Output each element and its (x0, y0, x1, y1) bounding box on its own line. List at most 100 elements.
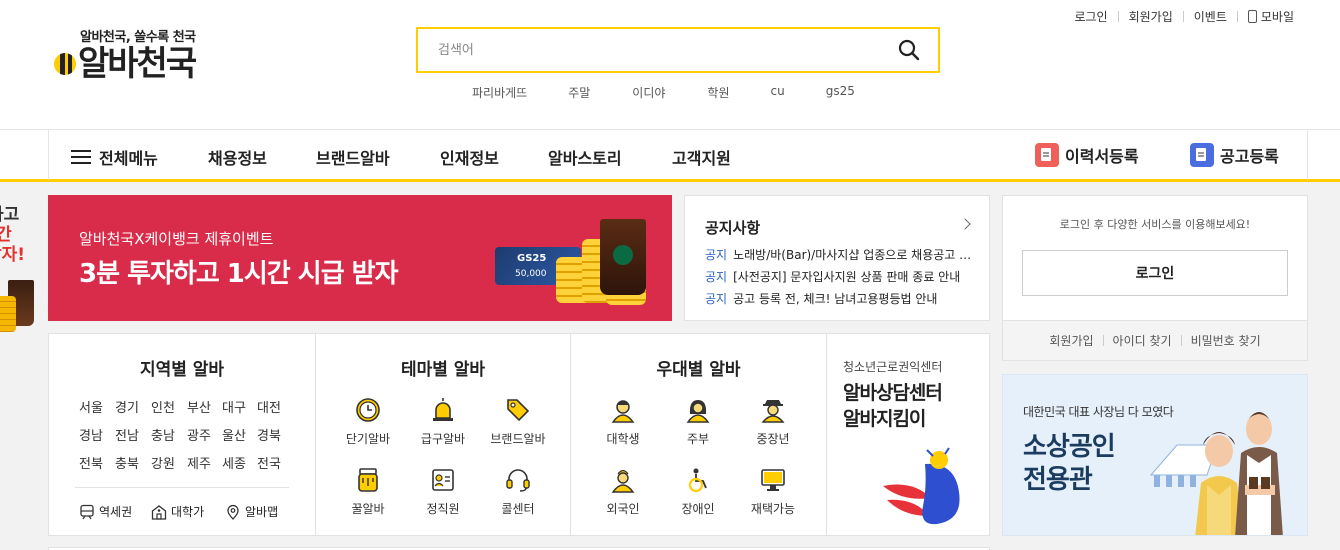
login-button[interactable]: 로그인 (1022, 250, 1288, 296)
login-panel: 로그인 후 다양한 서비스를 이용해보세요! 로그인 회원가입 아이디 찾기 비… (1002, 195, 1308, 361)
left-banner-text: 받자! (0, 245, 26, 265)
main-navigation: 전체메뉴 채용정보 브랜드알바 인재정보 알바스토리 고객지원 이력서등록 공고… (0, 129, 1340, 182)
region-link[interactable]: 세종 (222, 453, 246, 472)
notice-item[interactable]: 공지 공고 등록 전, 체크! 남녀고용평등법 안내 (705, 290, 975, 307)
notice-item[interactable]: 공지 [사전공지] 문자입사지원 상품 판매 종료 안내 (705, 268, 975, 285)
event-link[interactable]: 이벤트 (1184, 8, 1237, 25)
keyword[interactable]: 이디야 (632, 84, 665, 101)
notice-item[interactable]: 공지 노래방/바(Bar)/마사지샵 업종으로 채용공고 등록 시 유의사항 안내 (705, 246, 975, 263)
signup-link[interactable]: 회원가입 (1049, 332, 1093, 349)
university-area-link[interactable]: 대학가 (151, 503, 204, 520)
search-box (416, 27, 940, 73)
region-link[interactable]: 대구 (222, 397, 246, 416)
theme-honey[interactable]: 꿀알바 (328, 466, 408, 517)
region-title: 지역별 알바 (139, 360, 225, 380)
keyword[interactable]: 주말 (568, 84, 590, 101)
small-business-banner[interactable]: 대한민국 대표 사장님 다 모였다 소상공인 전용관 (1002, 374, 1308, 536)
job-map-label: 알바맵 (245, 505, 279, 519)
nav-item-talent[interactable]: 인재정보 (440, 145, 499, 169)
preferential-title: 우대별 알바 (656, 360, 741, 380)
keyword[interactable]: 파리바게뜨 (472, 84, 527, 101)
search-input[interactable] (418, 29, 878, 71)
left-floating-banner[interactable]: 하고 간 받자! (0, 200, 34, 340)
shop-owners-illustration (1149, 412, 1283, 535)
job-register-button[interactable]: 공고등록 (1190, 143, 1279, 167)
region-link[interactable]: 경북 (257, 425, 281, 444)
nav-item-story[interactable]: 알바스토리 (548, 145, 622, 169)
pref-student[interactable]: 대학생 (583, 396, 663, 447)
nav-item-brand[interactable]: 브랜드알바 (316, 145, 390, 169)
signup-link[interactable]: 회원가입 (1119, 8, 1183, 25)
divider (75, 487, 289, 488)
coffee-glass-image (600, 219, 646, 295)
resume-register-button[interactable]: 이력서등록 (1035, 143, 1139, 167)
job-map-link[interactable]: 알바맵 (225, 503, 278, 520)
region-link[interactable]: 강원 (151, 453, 175, 472)
map-pin-icon (227, 504, 239, 520)
main-event-banner[interactable]: 알바천국X케이뱅크 제휴이벤트 3분 투자하고 1시간 시급 받자 GS25 5… (48, 195, 672, 321)
logo-name: 알바천국 (78, 44, 197, 84)
mascot-logo (883, 447, 960, 525)
pref-label: 중장년 (756, 432, 790, 446)
notice-tag: 공지 (705, 292, 728, 306)
theme-fulltime[interactable]: 정직원 (403, 466, 483, 517)
theme-short-term[interactable]: 단기알바 (328, 396, 408, 447)
foreigner-icon (611, 469, 635, 493)
nav-item-support[interactable]: 고객지원 (672, 145, 731, 169)
theme-label: 브랜드알바 (490, 432, 546, 446)
mobile-link[interactable]: 모바일 (1238, 8, 1304, 25)
student-icon (611, 400, 635, 423)
region-link[interactable]: 전국 (257, 453, 281, 472)
pref-housewife[interactable]: 주부 (658, 396, 738, 447)
keyword[interactable]: 학원 (707, 84, 729, 101)
all-menu-label: 전체메뉴 (99, 149, 158, 168)
theme-label: 콜센터 (501, 502, 535, 516)
region-link[interactable]: 경남 (79, 425, 103, 444)
wheelchair-icon (688, 468, 707, 493)
region-link[interactable]: 인천 (151, 397, 175, 416)
pref-label: 장애인 (681, 502, 715, 516)
region-link[interactable]: 충남 (151, 425, 175, 444)
region-link[interactable]: 부산 (187, 397, 211, 416)
keyword[interactable]: gs25 (826, 84, 855, 101)
login-link[interactable]: 로그인 (1064, 8, 1117, 25)
region-link[interactable]: 충북 (115, 453, 139, 472)
gift-card-brand: GS25 (517, 253, 547, 264)
notice-text: 노래방/바(Bar)/마사지샵 업종으로 채용공고 등록 시 유의사항 안내 (733, 248, 975, 262)
find-password-link[interactable]: 비밀번호 찾기 (1191, 332, 1261, 349)
all-menu-button[interactable]: 전체메뉴 (71, 145, 158, 169)
keyword[interactable]: cu (771, 84, 785, 101)
theme-brand[interactable]: 브랜드알바 (478, 396, 558, 447)
siren-icon (433, 398, 453, 421)
region-link[interactable]: 울산 (222, 425, 246, 444)
nav-item-jobs[interactable]: 채용정보 (208, 145, 267, 169)
region-link[interactable]: 서울 (79, 397, 103, 416)
theme-urgent[interactable]: 급구알바 (403, 396, 483, 447)
notice-text: [사전공지] 문자입사지원 상품 판매 종료 안내 (733, 270, 961, 284)
gnb-inner: 전체메뉴 채용정보 브랜드알바 인재정보 알바스토리 고객지원 이력서등록 공고… (48, 130, 1308, 180)
university-area-label: 대학가 (171, 505, 205, 519)
pref-foreigner[interactable]: 외국인 (583, 466, 663, 517)
region-link[interactable]: 제주 (187, 453, 211, 472)
notice-tag: 공지 (705, 248, 728, 262)
notice-tag: 공지 (705, 270, 728, 284)
theme-callcenter[interactable]: 콜센터 (478, 466, 558, 517)
logo-mark: 알바천국 (54, 47, 224, 81)
region-link[interactable]: 전북 (79, 453, 103, 472)
logo[interactable]: 알바천국, 쓸수록 천국 알바천국 (54, 26, 224, 81)
region-link[interactable]: 광주 (187, 425, 211, 444)
chevron-right-icon[interactable] (959, 218, 971, 230)
find-id-link[interactable]: 아이디 찾기 (1113, 332, 1172, 349)
search-icon[interactable] (898, 39, 920, 61)
subway-area-link[interactable]: 역세권 (79, 503, 132, 520)
pref-senior[interactable]: 중장년 (733, 396, 813, 447)
pref-disabled[interactable]: 장애인 (658, 466, 738, 517)
clock-icon (356, 398, 380, 422)
youth-labor-center[interactable]: 청소년근로권익센터 알바상담센터 알바지킴이 (826, 334, 989, 535)
theme-column: 테마별 알바 단기알바 급구알바 브랜드알바 꿀알바 정직원 콜센터 (315, 334, 570, 535)
subway-icon (80, 504, 94, 519)
region-link[interactable]: 경기 (115, 397, 139, 416)
region-link[interactable]: 대전 (257, 397, 281, 416)
pref-remote[interactable]: 재택가능 (733, 466, 813, 517)
region-link[interactable]: 전남 (115, 425, 139, 444)
